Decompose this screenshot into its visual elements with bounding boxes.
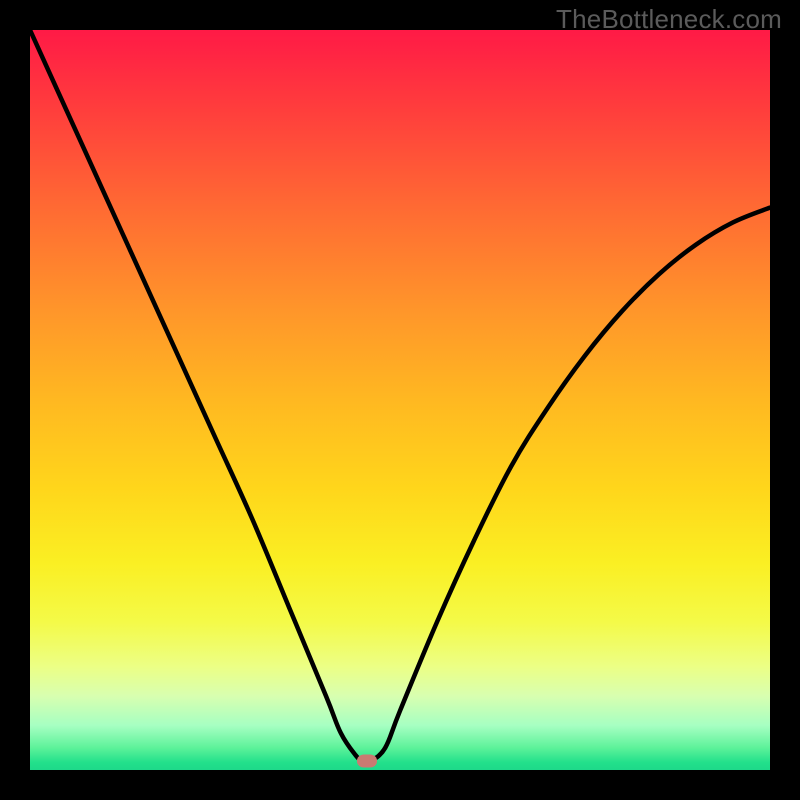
bottleneck-curve xyxy=(30,30,770,770)
plot-area xyxy=(30,30,770,770)
optimum-marker xyxy=(357,755,377,768)
chart-frame: TheBottleneck.com xyxy=(0,0,800,800)
